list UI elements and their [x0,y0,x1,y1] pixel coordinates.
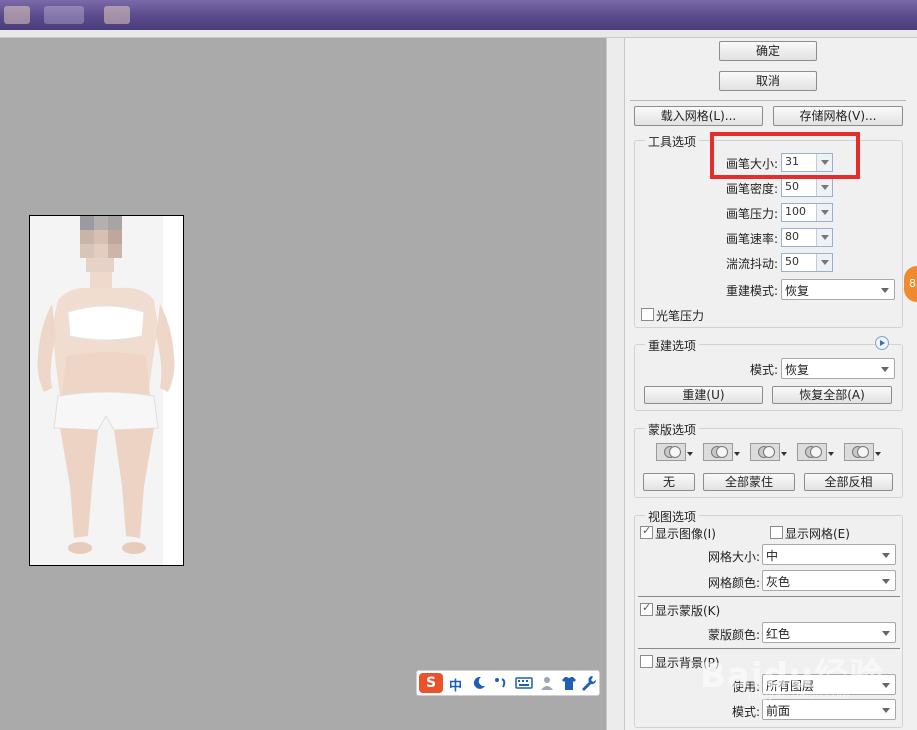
backdrop-mode-select[interactable]: 前面 [762,699,896,720]
ime-lang-toggle[interactable]: 中 [449,675,462,694]
brush-rate-label: 画笔速率: [725,232,778,246]
moon-icon[interactable] [471,675,487,694]
reconstruct-mode2-select[interactable]: 恢复 [781,358,895,379]
wrench-icon[interactable] [581,675,597,694]
turbulent-jitter-value: 50 [785,255,799,268]
ime-toolbar[interactable]: S 中 [416,670,600,696]
highlight-annotation-box [710,132,860,179]
sogou-logo-icon[interactable]: S [419,673,443,693]
show-backdrop-checkbox[interactable] [640,655,653,668]
mask-color-value: 红色 [766,627,791,641]
chevron-down-icon[interactable] [734,450,742,458]
canvas-scroll-edge [606,38,624,730]
titlebar-tab-icon [104,6,130,24]
show-mesh-checkbox[interactable] [770,526,783,539]
ok-button[interactable]: 确定 [719,41,817,61]
backdrop-mode-label: 模式: [731,705,760,719]
mask-none-button[interactable]: 无 [643,473,695,491]
chevron-down-icon [880,702,892,717]
invert-all-button[interactable]: 全部反相 [804,473,893,491]
reconstruct-options-title: 重建选项 [645,337,700,354]
reconstruct-mode-value: 恢复 [785,284,810,298]
mask-add-button[interactable] [703,443,733,461]
show-mask-checkbox[interactable] [640,601,653,616]
chevron-down-icon [880,625,892,640]
brush-pressure-field[interactable]: 100 [781,203,833,222]
skin-icon[interactable] [561,675,577,694]
view-options-title: 视图选项 [645,508,700,525]
divider [630,100,906,101]
user-icon[interactable] [539,675,555,694]
play-icon[interactable] [875,336,889,350]
reconstruct-mode-label: 重建模式: [725,284,778,298]
chevron-down-icon [879,282,891,297]
chevron-down-icon[interactable] [687,450,695,458]
punctuation-icon[interactable] [493,675,509,694]
mask-invert-button[interactable] [844,443,874,461]
reconstruct-button[interactable]: 重建(U) [644,386,763,404]
mask-intersect-button[interactable] [797,443,827,461]
show-image-checkbox[interactable] [640,524,653,539]
reconstruct-mode-select[interactable]: 恢复 [781,279,895,300]
mesh-color-value: 灰色 [766,575,791,589]
mask-color-select[interactable]: 红色 [762,622,896,643]
mesh-size-select[interactable]: 中 [762,544,896,565]
chevron-down-icon[interactable] [816,204,832,221]
turbulent-jitter-label: 湍流抖动: [725,257,778,271]
show-mask-label: 显示蒙版(K) [655,604,721,618]
tool-options-title: 工具选项 [645,133,700,150]
view-options-divider [638,596,900,597]
chevron-down-icon [880,573,892,588]
window-titlebar [0,0,917,30]
reconstruct-mode2-label: 模式: [749,363,778,377]
brush-rate-field[interactable]: 80 [781,228,833,247]
restore-all-button[interactable]: 恢复全部(A) [772,386,892,404]
mesh-color-select[interactable]: 灰色 [762,570,896,591]
mask-subtract-button[interactable] [750,443,780,461]
reconstruct-mode2-value: 恢复 [785,363,810,377]
brush-pressure-value: 100 [785,205,806,218]
baidu-watermark-url: jingyan.baidu.com [748,688,850,701]
mask-replace-button[interactable] [656,443,686,461]
save-mesh-button[interactable]: 存储网格(V)... [773,106,903,126]
chevron-down-icon[interactable] [828,450,836,458]
brush-density-value: 50 [785,180,799,193]
titlebar-border [0,30,917,38]
figure-image [30,216,183,565]
turbulent-jitter-field[interactable]: 50 [781,253,833,272]
mask-all-button[interactable]: 全部蒙住 [703,473,795,491]
preview-photo[interactable] [29,215,184,566]
load-mesh-button[interactable]: 载入网格(L)... [634,106,763,126]
side-float-tab[interactable]: 83 [904,266,917,302]
backdrop-mode-value: 前面 [766,704,791,718]
chevron-down-icon[interactable] [816,179,832,196]
chevron-down-icon [880,547,892,562]
chevron-down-icon[interactable] [816,229,832,246]
show-image-label: 显示图像(I) [655,527,716,541]
stylus-pressure-label: 光笔压力 [656,309,705,323]
app-icon [4,6,30,24]
mesh-size-value: 中 [766,549,779,563]
chevron-down-icon [879,361,891,376]
brush-rate-value: 80 [785,230,799,243]
mesh-color-label: 网格颜色: [707,576,760,590]
mesh-size-label: 网格大小: [707,550,760,564]
brush-pressure-label: 画笔压力: [725,207,778,221]
brush-density-label: 画笔密度: [725,182,778,196]
chevron-down-icon[interactable] [816,254,832,271]
stylus-pressure-checkbox[interactable] [641,308,654,321]
chevron-down-icon[interactable] [781,450,789,458]
window-title-blur [44,6,84,24]
chevron-down-icon[interactable] [875,450,883,458]
brush-density-field[interactable]: 50 [781,178,833,197]
mask-color-label: 蒙版颜色: [707,628,760,642]
mask-options-title: 蒙版选项 [645,421,700,438]
keyboard-icon[interactable] [515,676,533,693]
show-mesh-label: 显示网格(E) [785,527,850,541]
cancel-button[interactable]: 取消 [719,71,817,91]
